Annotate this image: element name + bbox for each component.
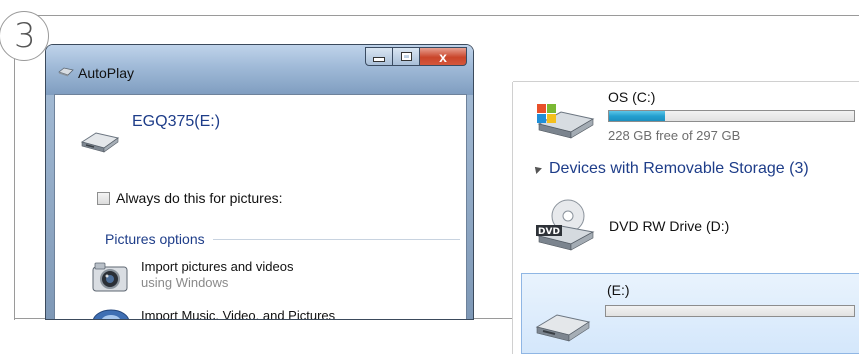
step-number-badge: 3 [0, 11, 49, 61]
section-divider [212, 238, 460, 240]
os-drive-label[interactable]: OS (C:) [608, 89, 655, 105]
windows-drive-icon [537, 104, 595, 139]
removable-drive-icon [80, 132, 120, 153]
autoplay-client-area: EGQ375(E:) Always do this for pictures: … [54, 94, 467, 319]
always-do-checkbox[interactable] [97, 191, 110, 205]
minimize-icon [373, 57, 385, 62]
section-title: Pictures options [105, 231, 205, 247]
removable-drive-icon [58, 67, 74, 77]
import-pictures-option-title[interactable]: Import pictures and videos [141, 259, 293, 274]
import-pictures-option-subtitle: using Windows [141, 275, 229, 290]
dvd-badge: DVD [538, 227, 560, 237]
removable-storage-group[interactable]: Devices with Removable Storage (3) [532, 160, 809, 178]
close-icon: x [439, 48, 447, 65]
media-import-icon [93, 309, 129, 319]
collapse-arrow-icon[interactable] [532, 164, 542, 174]
close-button[interactable]: x [420, 47, 467, 66]
removable-capacity-bar [605, 305, 855, 317]
pictures-options-header: Pictures options [105, 231, 460, 247]
maximize-button[interactable] [393, 47, 420, 66]
autoplay-titlebar[interactable]: AutoPlay x [46, 45, 473, 95]
removable-drive-icon [535, 314, 591, 342]
import-media-option-title[interactable]: Import Music, Video, and Pictures [141, 308, 335, 319]
os-capacity-bar [608, 110, 855, 122]
removable-drive-label[interactable]: (E:) [607, 282, 630, 298]
group-title: Devices with Removable Storage (3) [549, 160, 809, 177]
explorer-panel: OS (C:) 228 GB free of 297 GB Devices wi… [513, 82, 859, 354]
maximize-icon [400, 52, 412, 61]
camera-icon [92, 262, 128, 292]
autoplay-title: AutoPlay [78, 65, 135, 81]
dvd-drive-label[interactable]: DVD RW Drive (D:) [609, 218, 729, 234]
autoplay-window: AutoPlay x EGQ375(E:) Always do this for… [46, 45, 473, 319]
always-do-label: Always do this for pictures: [116, 190, 283, 206]
dvd-drive-icon: DVD [536, 199, 595, 251]
always-do-row[interactable]: Always do this for pictures: [97, 190, 283, 206]
device-name: EGQ375(E:) [132, 113, 221, 130]
os-capacity-fill [609, 111, 666, 121]
os-free-space: 228 GB free of 297 GB [608, 128, 741, 143]
minimize-button[interactable] [365, 47, 393, 66]
caption-buttons: x [365, 47, 467, 66]
